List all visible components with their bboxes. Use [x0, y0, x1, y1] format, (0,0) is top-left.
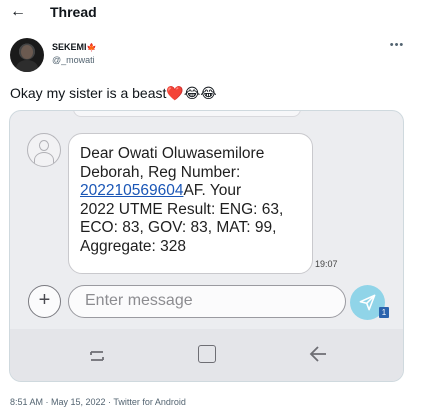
contact-avatar-icon — [27, 133, 61, 167]
sms-line: 202210569604AF. Your — [80, 182, 302, 201]
recents-icon[interactable] — [88, 347, 106, 365]
attach-button[interactable]: + — [28, 285, 61, 318]
sms-line: Dear Owati Oluwasemilore — [80, 145, 265, 162]
message-input[interactable]: Enter message — [68, 285, 346, 318]
android-nav-bar — [10, 329, 403, 381]
page-title: Thread — [50, 4, 97, 20]
sms-line: Deborah, Reg Number: — [80, 163, 241, 181]
author-display-name[interactable]: SEKEMI — [52, 42, 87, 52]
author-handle[interactable]: @_mowati — [52, 55, 95, 66]
sms-bubble: Dear Owati Oluwasemilore Deborah, Reg Nu… — [68, 133, 313, 274]
more-horizontal-icon[interactable]: ••• — [389, 38, 405, 52]
joy-emoji: 😂 — [183, 85, 201, 101]
reg-number-link[interactable]: 202210569604 — [80, 182, 183, 199]
joy-emoji: 😂 — [200, 85, 217, 101]
tweet-timestamp[interactable]: 8:51 AM · May 15, 2022 · Twitter for And… — [10, 397, 186, 408]
heart-emoji: ❤️ — [166, 85, 184, 101]
tweet-body: Okay my sister is a beast — [10, 85, 167, 101]
avatar[interactable] — [10, 38, 44, 72]
previous-message-bubble — [73, 111, 301, 117]
author-name[interactable]: SEKEMI🍁 — [52, 42, 96, 53]
sms-line-tail: AF. Your — [183, 182, 242, 199]
arrow-left-icon[interactable]: ← — [8, 3, 28, 21]
sim-badge: 1 — [379, 307, 389, 318]
home-icon[interactable] — [198, 345, 216, 363]
message-timestamp: 19:07 — [315, 259, 338, 269]
tweet-image[interactable]: Dear Owati Oluwasemilore Deborah, Reg Nu… — [9, 110, 404, 382]
sms-line: ECO: 83, GOV: 83, MAT: 99, — [80, 219, 277, 236]
sms-line: 2022 UTME Result: ENG: 63, — [80, 200, 284, 218]
top-bar: ← Thread — [0, 0, 424, 26]
canada-flag-icon: 🍁 — [86, 43, 97, 52]
tweet-text: Okay my sister is a beast❤️😂😂 — [10, 84, 217, 102]
sms-line: Aggregate: 328 — [80, 237, 187, 255]
back-chevron-icon[interactable] — [308, 344, 328, 364]
